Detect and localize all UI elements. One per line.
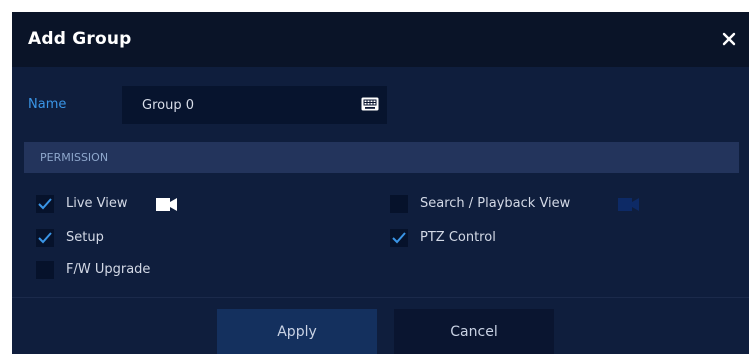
permission-fw-upgrade[interactable]: F/W Upgrade (36, 259, 196, 281)
permission-setup[interactable]: Setup (36, 227, 176, 249)
camera-icon (156, 198, 177, 211)
close-button[interactable] (717, 27, 741, 51)
dialog-titlebar: Add Group (12, 12, 749, 67)
footer-divider (12, 297, 749, 298)
ptz-control-checkbox[interactable] (390, 229, 408, 247)
permission-header-label: PERMISSION (40, 151, 109, 164)
cancel-button[interactable]: Cancel (394, 309, 554, 354)
fw-upgrade-label: F/W Upgrade (66, 262, 151, 277)
setup-checkbox[interactable] (36, 229, 54, 247)
search-playback-checkbox[interactable] (390, 195, 408, 213)
camera-icon (618, 198, 639, 211)
ptz-control-label: PTZ Control (420, 230, 496, 245)
checkmark-icon (392, 232, 406, 244)
permission-search-playback-view[interactable]: Search / Playback View (390, 193, 650, 215)
live-view-checkbox[interactable] (36, 195, 54, 213)
dialog-title: Add Group (28, 29, 132, 49)
live-view-label: Live View (66, 196, 128, 211)
name-label: Name (28, 97, 67, 112)
permission-live-view[interactable]: Live View (36, 193, 216, 215)
close-icon[interactable] (722, 32, 736, 46)
permission-section-header: PERMISSION (24, 142, 739, 173)
name-input[interactable]: Group 0 (122, 86, 387, 124)
apply-button[interactable]: Apply (217, 309, 377, 354)
checkmark-icon (38, 198, 52, 210)
setup-label: Setup (66, 230, 104, 245)
keyboard-icon[interactable] (361, 97, 379, 111)
add-group-dialog: Add Group Name Group 0 PERMISSION Live V… (12, 12, 749, 354)
checkmark-icon (38, 232, 52, 244)
fw-upgrade-checkbox[interactable] (36, 261, 54, 279)
search-playback-label: Search / Playback View (420, 196, 571, 211)
permission-ptz-control[interactable]: PTZ Control (390, 227, 550, 249)
name-input-value[interactable]: Group 0 (142, 98, 194, 113)
